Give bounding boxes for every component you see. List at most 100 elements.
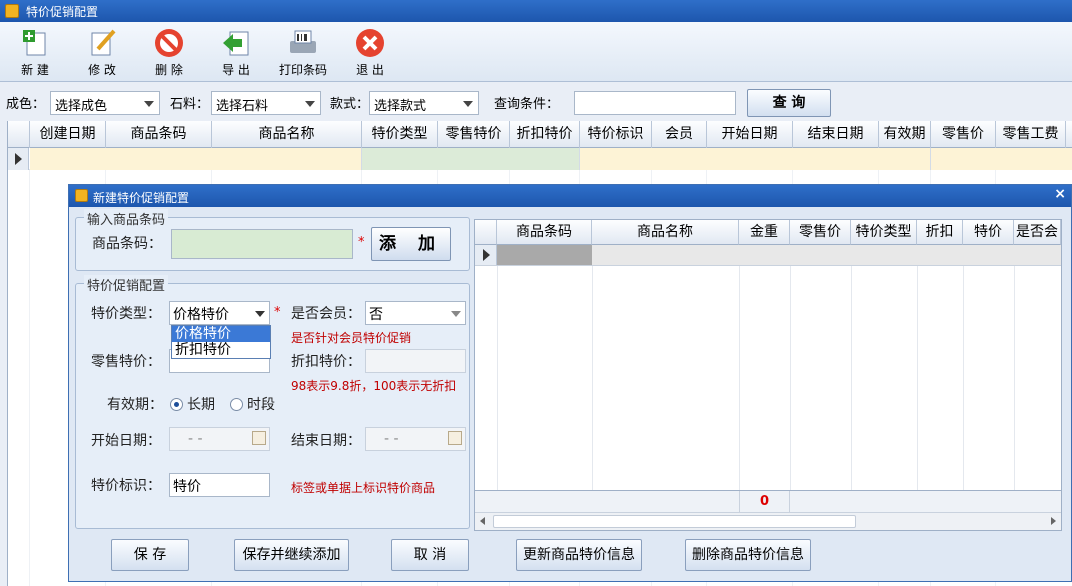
column-header[interactable]: 商品名称	[592, 220, 739, 245]
table-row[interactable]	[475, 245, 1061, 266]
column-header[interactable]: 零售价	[790, 220, 851, 245]
column-header[interactable]: 商品名称	[212, 121, 362, 148]
validity-long-label: 长期	[187, 397, 215, 413]
filter-bar: 成色： 选择成色 石料： 选择石料 款式： 选择款式 查询条件： 查 询	[0, 83, 1072, 121]
column-header[interactable]: 是否会	[1014, 220, 1061, 245]
scroll-left-icon[interactable]	[480, 517, 485, 525]
style-filter-value: 选择款式	[374, 99, 427, 114]
chevron-down-icon	[451, 311, 461, 317]
price-type-dropdown: 价格特价 折扣特价	[171, 325, 271, 359]
dropdown-option[interactable]: 价格特价	[172, 326, 270, 342]
table-header: 创建日期 商品条码 商品名称 特价类型 零售特价 折扣特价 特价标识 会员 开始…	[8, 121, 1072, 148]
table-cell[interactable]	[592, 245, 1061, 265]
config-group-legend: 特价促销配置	[84, 275, 169, 294]
app-icon	[75, 189, 88, 202]
column-header[interactable]: 零售特价	[438, 121, 510, 148]
delete-product-price-button[interactable]: 删除商品特价信息	[685, 539, 811, 571]
cancel-button[interactable]: 取 消	[391, 539, 469, 571]
save-button[interactable]: 保 存	[111, 539, 189, 571]
column-header[interactable]: 特价类型	[362, 121, 438, 148]
discount-hint: 98表示9.8折，100表示无折扣	[291, 379, 457, 393]
column-divider	[29, 170, 30, 586]
color-filter-select[interactable]: 选择成色	[50, 91, 160, 115]
mark-hint: 标签或单据上标识特价商品	[291, 481, 436, 495]
calendar-icon[interactable]	[252, 431, 266, 445]
table-row[interactable]	[8, 148, 1072, 170]
mark-input[interactable]: 特价	[169, 473, 270, 497]
horizontal-scrollbar[interactable]	[475, 512, 1061, 530]
barcode-input[interactable]	[171, 229, 353, 259]
update-product-price-button[interactable]: 更新商品特价信息	[516, 539, 642, 571]
scrollbar-thumb[interactable]	[493, 515, 856, 528]
price-type-value: 价格特价	[173, 307, 229, 323]
close-icon[interactable]: ×	[1054, 186, 1066, 202]
app-icon	[5, 4, 19, 18]
summary-row: 0	[475, 490, 1061, 512]
row-selector[interactable]	[8, 148, 29, 170]
style-filter-select[interactable]: 选择款式	[369, 91, 479, 115]
query-button[interactable]: 查 询	[747, 89, 831, 117]
column-header[interactable]: 创建日期	[30, 121, 106, 148]
query-condition-input[interactable]	[574, 91, 736, 115]
end-date-input[interactable]: - -	[365, 427, 466, 451]
color-filter-label: 成色：	[6, 97, 46, 112]
validity-long-radio[interactable]	[170, 398, 183, 411]
column-header[interactable]: 商品条码	[106, 121, 212, 148]
new-button[interactable]: 新 建	[5, 24, 65, 80]
column-divider	[592, 266, 593, 490]
mark-label: 特价标识：	[91, 478, 161, 494]
calendar-icon[interactable]	[448, 431, 462, 445]
column-header[interactable]: 金重	[739, 220, 790, 245]
new-promotion-dialog: 新建特价促销配置 × 输入商品条码 商品条码： * 添 加 特价促销配置 特价类…	[68, 184, 1072, 582]
column-header[interactable]: 商品条码	[497, 220, 592, 245]
dialog-title: 新建特价促销配置	[93, 191, 190, 205]
column-header[interactable]: 有效期	[879, 121, 931, 148]
column-header[interactable]: 零售工费	[996, 121, 1066, 148]
column-header[interactable]: 特价标识	[580, 121, 652, 148]
stone-filter-value: 选择石料	[216, 99, 269, 114]
required-mark: *	[358, 235, 365, 250]
column-header[interactable]: 零售价	[931, 121, 996, 148]
window-title: 特价促销配置	[26, 5, 99, 19]
column-header[interactable]: 开始日期	[707, 121, 793, 148]
print-barcode-button-label: 打印条码	[278, 63, 327, 77]
table-cell[interactable]	[30, 148, 362, 170]
edit-icon	[91, 29, 116, 56]
export-button[interactable]: 导 出	[206, 24, 266, 80]
start-date-input[interactable]: - -	[169, 427, 270, 451]
scroll-right-icon[interactable]	[1051, 517, 1056, 525]
column-header[interactable]: 特价类型	[851, 220, 917, 245]
column-header[interactable]: 特价	[963, 220, 1014, 245]
dropdown-option[interactable]: 折扣特价	[172, 342, 270, 358]
validity-period-radio[interactable]	[230, 398, 243, 411]
exit-button[interactable]: 退 出	[340, 24, 400, 80]
table-cell[interactable]	[931, 148, 1072, 170]
column-header[interactable]: 折扣特价	[510, 121, 580, 148]
price-type-select[interactable]: 价格特价	[169, 301, 270, 325]
table-cell[interactable]	[497, 245, 592, 265]
discount-input[interactable]	[365, 349, 466, 373]
member-select[interactable]: 否	[365, 301, 466, 325]
new-button-label: 新 建	[21, 63, 49, 77]
delete-button[interactable]: 删 除	[139, 24, 199, 80]
edit-button[interactable]: 修 改	[72, 24, 132, 80]
column-header[interactable]: 折扣	[917, 220, 963, 245]
validity-label: 有效期：	[107, 397, 163, 413]
save-and-continue-button[interactable]: 保存并继续添加	[234, 539, 349, 571]
table-cell[interactable]	[580, 148, 931, 170]
row-selector[interactable]	[475, 245, 497, 265]
column-header[interactable]: 结束日期	[793, 121, 879, 148]
new-icon	[23, 30, 46, 56]
column-divider	[790, 266, 791, 490]
window-title-bar: 特价促销配置	[0, 0, 1072, 22]
chevron-down-icon	[305, 101, 315, 107]
column-divider	[497, 266, 498, 490]
table-cell[interactable]	[362, 148, 580, 170]
row-header-corner	[475, 220, 497, 245]
dialog-title-bar: 新建特价促销配置 ×	[69, 185, 1071, 207]
print-barcode-button[interactable]: 打印条码	[273, 24, 333, 80]
add-button[interactable]: 添 加	[371, 227, 451, 261]
print-barcode-icon	[290, 30, 316, 53]
stone-filter-select[interactable]: 选择石料	[211, 91, 321, 115]
column-header[interactable]: 会员	[652, 121, 707, 148]
